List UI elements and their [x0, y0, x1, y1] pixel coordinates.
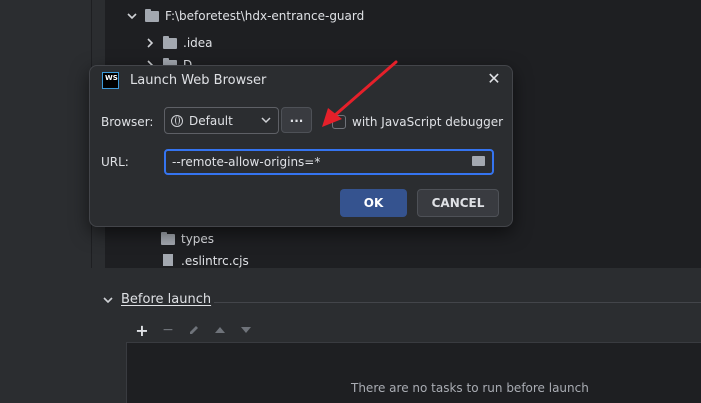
annotation-arrow: [322, 60, 398, 127]
